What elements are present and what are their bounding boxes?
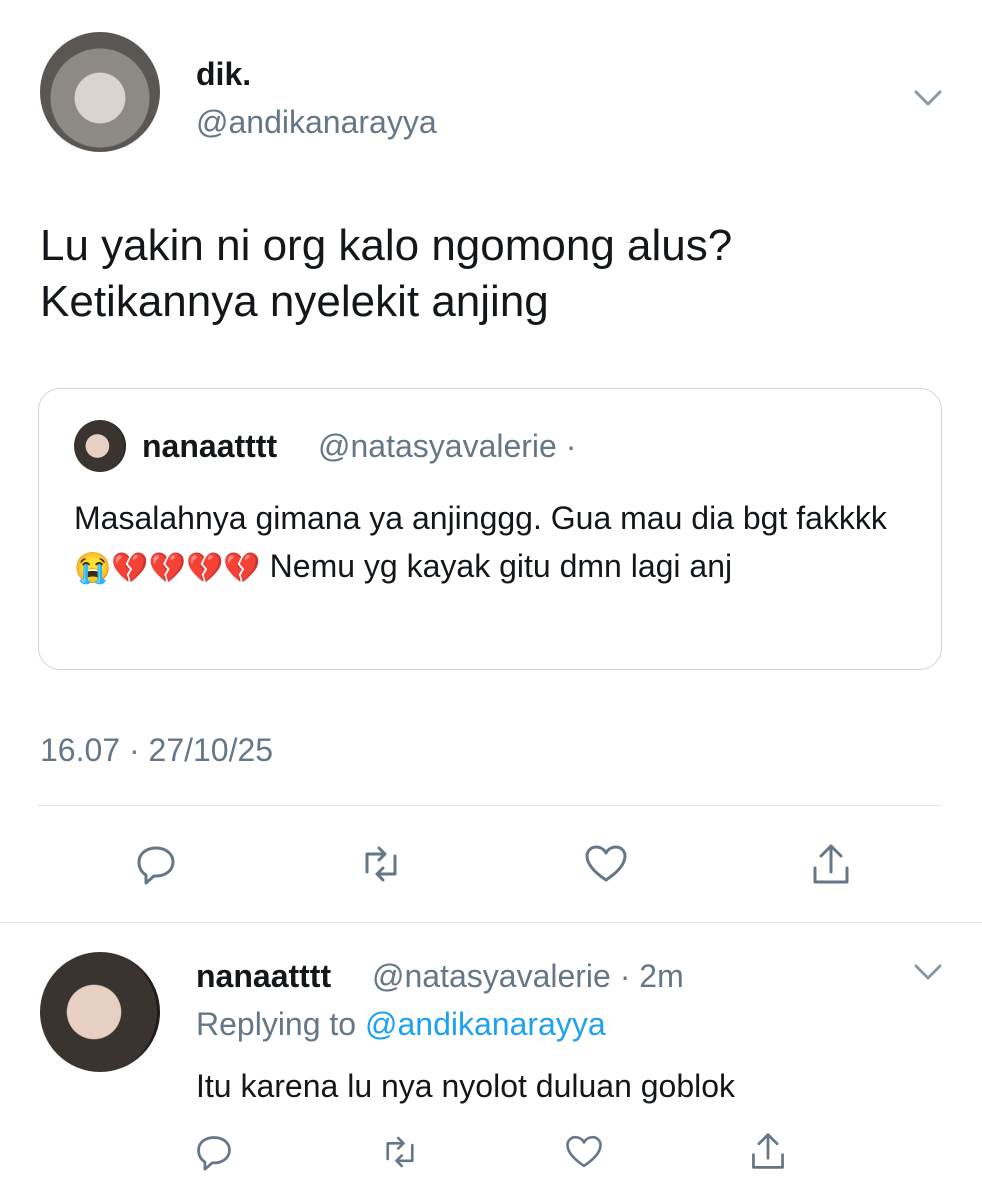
divider — [38, 805, 942, 806]
tweet-text-line-2: Ketikannya nyelekit anjing — [40, 277, 549, 326]
main-handle[interactable]: @andikanarayya — [196, 104, 437, 141]
quote-emojis: 😭💔💔💔💔 — [74, 551, 261, 585]
main-display-name[interactable]: dik. — [196, 56, 251, 93]
divider — [0, 922, 982, 923]
reply-icon[interactable] — [192, 1130, 236, 1174]
quote-text-part2: Nemu yg kayak gitu dmn lagi anj — [260, 548, 733, 584]
reply-icon[interactable] — [130, 838, 182, 890]
heart-icon[interactable] — [562, 1130, 606, 1174]
heart-icon[interactable] — [580, 838, 632, 890]
tweet-text-line-1: Lu yakin ni org kalo ngomong alus? — [40, 221, 733, 270]
reply-avatar[interactable] — [40, 952, 160, 1072]
retweet-icon[interactable] — [355, 838, 407, 890]
replying-prefix: Replying to — [196, 1006, 365, 1042]
tweet-timestamp[interactable]: 16.07 · 27/10/25 — [40, 732, 273, 769]
share-icon[interactable] — [746, 1128, 790, 1174]
main-avatar[interactable] — [40, 32, 160, 152]
reply-display-name[interactable]: nanaatttt — [196, 958, 331, 995]
chevron-down-icon[interactable] — [910, 958, 946, 986]
tweet-text: Lu yakin ni org kalo ngomong alus? Ketik… — [40, 218, 940, 330]
quote-text-part1: Masalahnya gimana ya anjinggg. Gua mau d… — [74, 500, 887, 536]
replying-handle-link[interactable]: @andikanarayya — [365, 1006, 606, 1042]
quote-handle: @natasyavalerie · — [318, 428, 577, 464]
replying-to: Replying to @andikanarayya — [196, 1006, 606, 1043]
reply-handle[interactable]: @natasyavalerie · 2m — [372, 958, 684, 995]
quote-text: Masalahnya gimana ya anjinggg. Gua mau d… — [74, 494, 914, 593]
chevron-down-icon[interactable] — [910, 84, 946, 112]
share-icon[interactable] — [805, 838, 857, 890]
reply-text: Itu karena lu nya nyolot duluan goblok — [196, 1068, 736, 1104]
quote-display-name: nanaatttt — [142, 428, 278, 464]
quote-avatar — [74, 420, 126, 472]
retweet-icon[interactable] — [378, 1130, 422, 1174]
